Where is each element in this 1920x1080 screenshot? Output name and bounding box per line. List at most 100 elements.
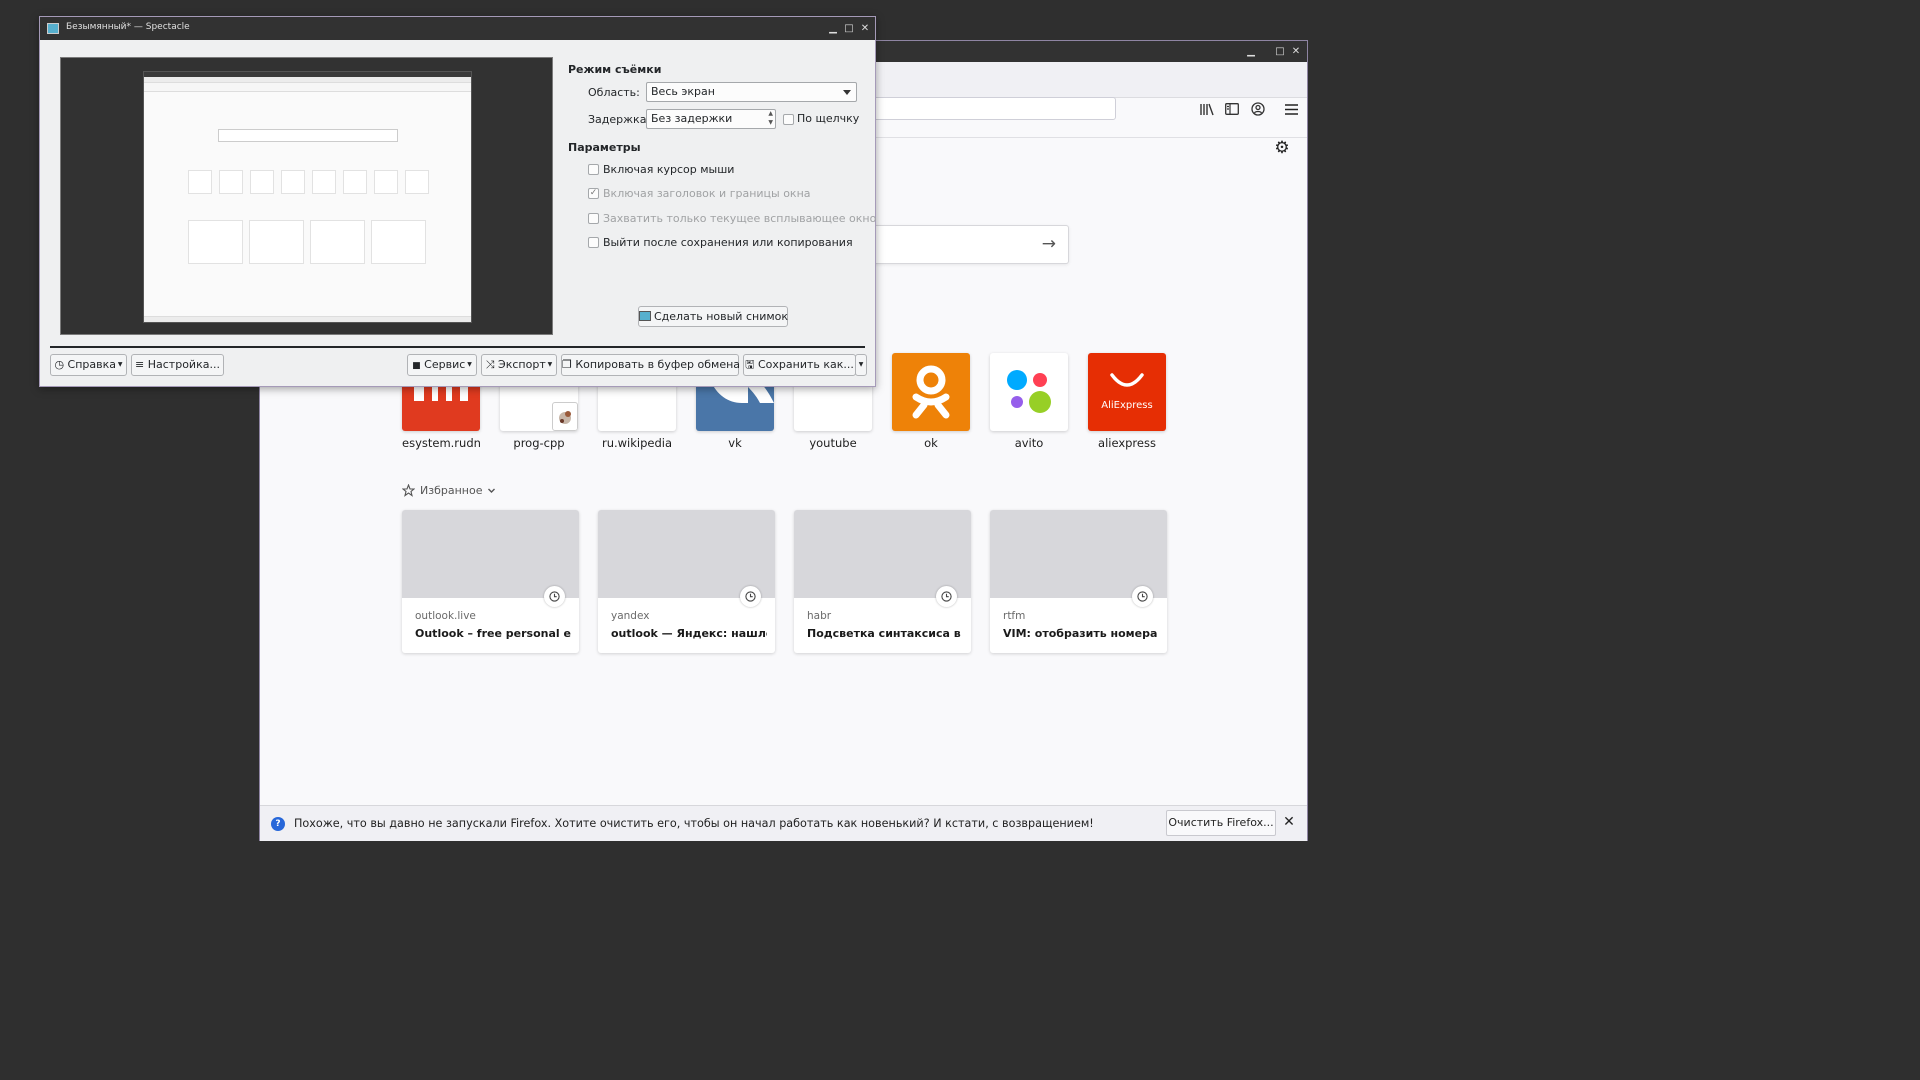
clock-icon: [936, 586, 957, 607]
window-title: Безымянный* — Spectacle: [66, 22, 190, 32]
card-thumbnail: [990, 510, 1167, 598]
help-label: Справка: [67, 358, 117, 371]
web-search-box[interactable]: →: [860, 225, 1069, 264]
highlights-icon: [402, 484, 415, 497]
configure-label: Настройка...: [147, 358, 220, 371]
capture-mode-heading: Режим съёмки: [568, 63, 662, 76]
site-tile[interactable]: [990, 353, 1068, 431]
chevron-down-icon: ▼: [858, 361, 864, 368]
top-site-avito[interactable]: avito: [990, 353, 1068, 450]
spectacle-window: Безымянный* — Spectacle ▁ □ ✕ Режим съём: [39, 16, 876, 387]
top-site-aliexpress[interactable]: AliExpress aliexpress: [1088, 353, 1166, 450]
on-click-label: По щелчку: [797, 112, 860, 125]
aliexpress-smile-icon: [1110, 373, 1144, 387]
highlight-card[interactable]: rtfm VIM: отобразить номера с...: [990, 510, 1167, 653]
site-label: ru.wikipedia: [601, 436, 673, 450]
spin-down-icon[interactable]: ▼: [768, 119, 773, 127]
copy-to-clipboard-button[interactable]: ❐ Копировать в буфер обмена: [561, 354, 741, 376]
library-icon[interactable]: [1197, 99, 1217, 119]
sidebar-icon[interactable]: [1222, 99, 1242, 119]
delay-label: Задержка:: [588, 113, 651, 126]
card-title: Подсветка синтаксиса в V...: [807, 627, 963, 640]
arrow-right-icon[interactable]: →: [1042, 234, 1056, 254]
card-thumbnail: [794, 510, 971, 598]
chevron-down-icon: ▼: [545, 361, 553, 368]
camera-icon: [639, 311, 651, 321]
chevron-down-icon: ▼: [116, 361, 123, 368]
highlights-header[interactable]: Избранное: [402, 484, 496, 497]
maximize-icon[interactable]: □: [841, 17, 857, 40]
area-value: Весь экран: [651, 85, 715, 98]
card-thumbnail: [402, 510, 579, 598]
include-cursor-checkbox[interactable]: [588, 164, 599, 175]
card-source: yandex: [611, 610, 650, 622]
close-icon[interactable]: ✕: [857, 17, 873, 40]
quit-after-save-checkbox[interactable]: [588, 237, 599, 248]
highlight-card[interactable]: yandex outlook — Яндекс: нашло...: [598, 510, 775, 653]
help-button[interactable]: ◷ Справка ▼: [50, 354, 127, 376]
site-label: esystem.rudn: [402, 436, 481, 450]
notification-message: Похоже, что вы давно не запускали Firefo…: [294, 817, 1094, 830]
on-click-checkbox[interactable]: [783, 114, 794, 125]
delay-spinbox[interactable]: Без задержки ▲ ▼: [646, 109, 776, 129]
transient-only-label: Захватить только текущее всплывающее окн…: [603, 212, 877, 225]
share-icon: ⤨: [485, 358, 495, 371]
quit-after-save-label: Выйти после сохранения или копирования: [603, 236, 853, 249]
export-button[interactable]: ⤨ Экспорт ▼: [481, 354, 557, 376]
gear-icon[interactable]: ⚙: [1272, 138, 1292, 158]
copy-icon: ❐: [562, 358, 572, 371]
spectacle-titlebar: Безымянный* — Spectacle ▁ □ ✕: [40, 17, 875, 40]
menu-icon[interactable]: [1281, 99, 1301, 119]
new-screenshot-button[interactable]: Сделать новый снимок: [638, 306, 788, 327]
account-icon[interactable]: [1248, 99, 1268, 119]
copy-label: Копировать в буфер обмена: [575, 358, 741, 371]
separator: [50, 346, 865, 348]
save-as-button[interactable]: 🖫 Сохранить как...: [743, 354, 856, 376]
highlights-label: Избранное: [420, 484, 483, 497]
top-site-ok[interactable]: ok: [892, 353, 970, 450]
transient-only-checkbox: [588, 213, 599, 224]
site-label: youtube: [809, 436, 857, 450]
close-icon[interactable]: ✕: [1280, 813, 1298, 831]
save-icon: 🖫: [745, 358, 755, 371]
url-bar[interactable]: [860, 97, 1116, 120]
minimize-icon[interactable]: ▁: [825, 17, 841, 40]
chevron-down-icon: [843, 90, 851, 95]
chevron-down-icon[interactable]: [487, 486, 496, 495]
clock-icon: [544, 586, 565, 607]
site-label: prog-cpp: [513, 436, 565, 450]
site-label: ok: [924, 436, 938, 450]
clock-icon: [1132, 586, 1153, 607]
options-heading: Параметры: [568, 141, 641, 154]
close-icon[interactable]: ✕: [1288, 41, 1304, 62]
save-options-dropdown[interactable]: ▼: [855, 354, 867, 376]
card-thumbnail: [598, 510, 775, 598]
site-tile[interactable]: AliExpress: [1088, 353, 1166, 431]
delay-value: Без задержки: [651, 112, 733, 125]
include-cursor-label: Включая курсор мыши: [603, 163, 735, 176]
card-source: rtfm: [1003, 610, 1026, 622]
maximize-icon[interactable]: □: [1272, 41, 1288, 62]
preview-search-box: [218, 129, 398, 142]
highlight-card[interactable]: habr Подсветка синтаксиса в V...: [794, 510, 971, 653]
spectacle-app-icon: [47, 23, 59, 34]
notification-bar: ? Похоже, что вы давно не запускали Fire…: [260, 805, 1307, 841]
highlight-card[interactable]: outlook.live Outlook – free personal e..…: [402, 510, 579, 653]
tools-button[interactable]: ■ Сервис ▼: [407, 354, 477, 376]
tools-label: Сервис: [424, 358, 466, 371]
include-decorations-label: Включая заголовок и границы окна: [603, 187, 811, 200]
minimize-icon[interactable]: ▁: [1243, 41, 1259, 62]
tools-icon: ■: [412, 361, 421, 371]
refresh-firefox-button[interactable]: Очистить Firefox...: [1166, 810, 1276, 836]
configure-button[interactable]: ≡ Настройка...: [131, 354, 224, 376]
card-title: outlook — Яндекс: нашло...: [611, 627, 767, 640]
avito-logo-icon: [1007, 370, 1051, 413]
site-tile[interactable]: [892, 353, 970, 431]
spin-up-icon[interactable]: ▲: [768, 110, 773, 118]
site-label: avito: [1014, 436, 1044, 450]
export-label: Экспорт: [498, 358, 546, 371]
area-select[interactable]: Весь экран: [646, 82, 857, 102]
site-label: aliexpress: [1098, 436, 1156, 450]
screenshot-preview[interactable]: [60, 57, 553, 335]
preview-thumbnail: [143, 71, 472, 323]
